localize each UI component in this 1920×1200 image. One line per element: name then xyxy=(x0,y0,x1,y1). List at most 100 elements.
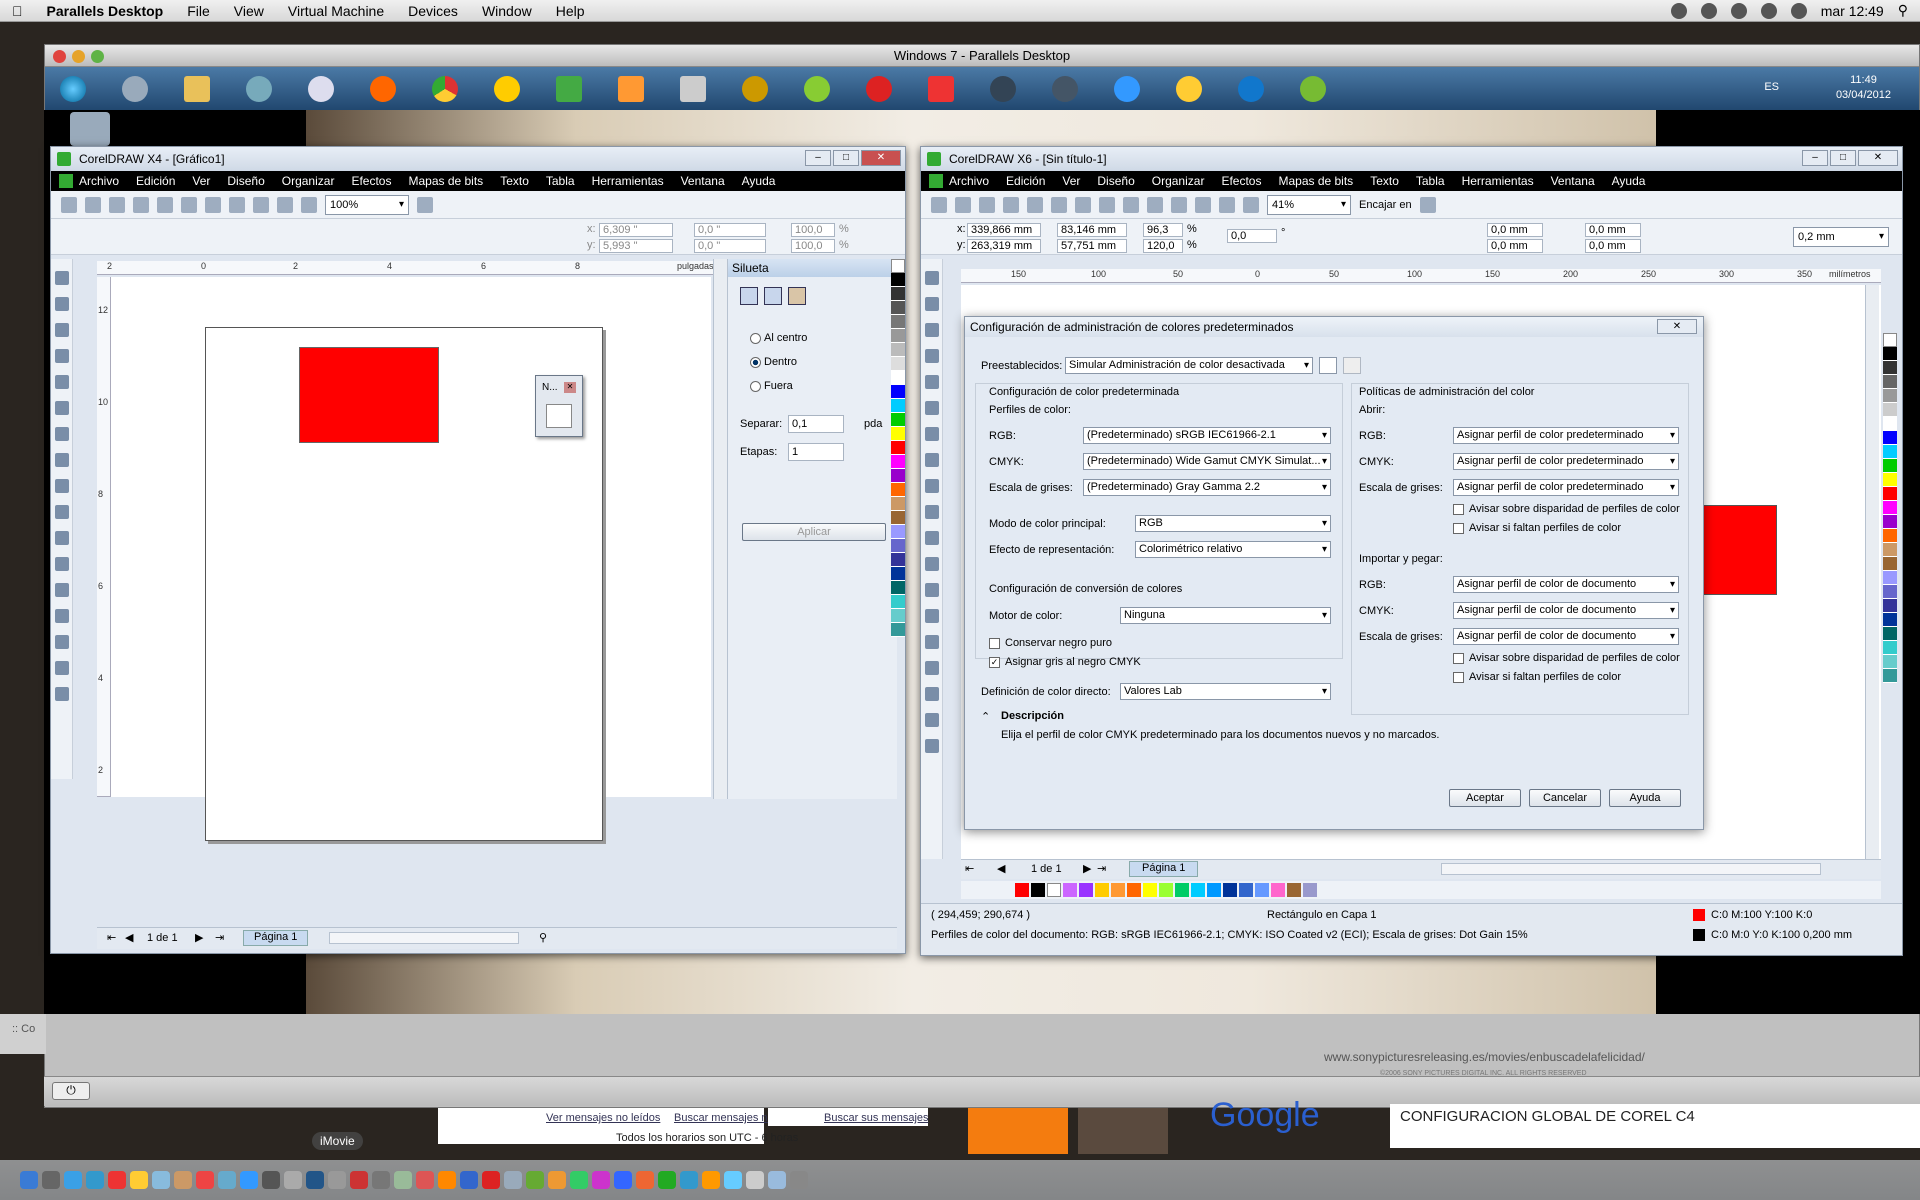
color-swatch[interactable] xyxy=(891,385,905,399)
menu-efectos[interactable]: Efectos xyxy=(1221,174,1261,188)
color-swatch[interactable] xyxy=(1063,883,1077,897)
pick-tool-icon[interactable] xyxy=(924,271,939,285)
y-position-field[interactable]: 263,319 mm xyxy=(967,239,1041,253)
inside-icon[interactable] xyxy=(764,287,782,305)
print-icon[interactable] xyxy=(1003,196,1019,213)
open-cmyk-select[interactable]: Asignar perfil de color predeterminado xyxy=(1453,453,1679,470)
color-swatch[interactable] xyxy=(891,553,905,567)
color-swatch[interactable] xyxy=(1883,543,1897,557)
bluetooth-icon[interactable] xyxy=(1700,2,1717,19)
color-swatch[interactable] xyxy=(891,497,905,511)
polygon-tool-icon[interactable] xyxy=(54,479,69,493)
corner-field-4[interactable]: 0,0 mm xyxy=(1585,239,1641,253)
menu-help[interactable]: Help xyxy=(544,3,597,19)
color-swatch[interactable] xyxy=(891,399,905,413)
menu-diseno[interactable]: Diseño xyxy=(1097,174,1134,188)
close-icon[interactable]: ✕ xyxy=(564,382,576,393)
color-engine-select[interactable]: Ninguna xyxy=(1120,607,1331,624)
print-icon[interactable] xyxy=(157,196,173,213)
scale-y-field[interactable]: 100,0 xyxy=(791,239,835,253)
minimize-button[interactable]: – xyxy=(805,150,831,166)
document-profiles[interactable]: Perfiles de color del documento: RGB: sR… xyxy=(931,929,1528,941)
menu-efectos[interactable]: Efectos xyxy=(351,174,391,188)
zoom-nav-icon[interactable]: ⚲ xyxy=(539,931,547,944)
corel-x6-task-icon[interactable] xyxy=(795,70,839,108)
color-swatch[interactable] xyxy=(1883,389,1897,403)
keep-black-checkbox[interactable] xyxy=(989,638,1000,649)
color-swatch[interactable] xyxy=(1883,501,1897,515)
ellipse-tool-icon[interactable] xyxy=(924,453,939,467)
dock-app-icon[interactable] xyxy=(570,1171,588,1189)
page-tab[interactable]: Página 1 xyxy=(1129,861,1199,877)
maximize-button[interactable]: □ xyxy=(833,150,859,166)
import-rgb-select[interactable]: Asignar perfil de color de documento xyxy=(1453,576,1679,593)
powerpoint-icon[interactable] xyxy=(636,1171,654,1189)
color-swatch[interactable] xyxy=(1015,883,1029,897)
color-swatch[interactable] xyxy=(891,595,905,609)
interactive-fill-icon[interactable] xyxy=(54,687,69,701)
scale-x-field[interactable]: 100,0 xyxy=(791,223,835,237)
zoom-select[interactable]: 100% xyxy=(325,194,409,215)
open-warn-mismatch-checkbox[interactable] xyxy=(1453,504,1464,515)
interactive-tool-icon[interactable] xyxy=(54,583,69,597)
menu-ver[interactable]: Ver xyxy=(192,174,210,188)
menu-edicion[interactable]: Edición xyxy=(1006,174,1045,188)
minimize-button[interactable]: – xyxy=(1802,150,1828,166)
outline-swatch[interactable] xyxy=(1693,929,1705,941)
cmyk-profile-select[interactable]: (Predeterminado) Wide Gamut CMYK Simulat… xyxy=(1083,453,1331,470)
google-logo[interactable]: Google xyxy=(1210,1096,1320,1135)
shape-tool-icon[interactable] xyxy=(924,297,939,311)
dashboard-icon[interactable] xyxy=(42,1171,60,1189)
import-warn-mismatch-checkbox[interactable] xyxy=(1453,653,1464,664)
page-tab[interactable]: Página 1 xyxy=(243,930,309,946)
height-field[interactable]: 57,751 mm xyxy=(1057,239,1127,253)
mini-docker[interactable]: N... ✕ xyxy=(535,375,583,437)
menu-edicion[interactable]: Edición xyxy=(136,174,175,188)
outline-tool-icon[interactable] xyxy=(54,635,69,649)
iphoto-icon[interactable] xyxy=(284,1171,302,1189)
color-swatch[interactable] xyxy=(1143,883,1157,897)
color-swatch[interactable] xyxy=(1883,445,1897,459)
color-swatch[interactable] xyxy=(891,413,905,427)
color-swatch[interactable] xyxy=(1095,883,1109,897)
menu-ver[interactable]: Ver xyxy=(1062,174,1080,188)
corner-field-2[interactable]: 0,0 mm xyxy=(1487,239,1543,253)
dock-app-icon[interactable] xyxy=(372,1171,390,1189)
color-swatch[interactable] xyxy=(1175,883,1189,897)
x4-drawing-area[interactable]: N... ✕ xyxy=(111,277,711,841)
close-button[interactable]: ✕ xyxy=(861,150,901,166)
new-icon[interactable] xyxy=(61,196,77,213)
word-icon[interactable] xyxy=(614,1171,632,1189)
text-tool-icon[interactable] xyxy=(54,531,69,545)
interactive-tool-icon[interactable] xyxy=(924,635,939,649)
corel-x4-task-icon[interactable] xyxy=(1291,70,1335,108)
close-button[interactable]: ✕ xyxy=(1858,150,1898,166)
next-page-icon[interactable]: ▶ xyxy=(1083,862,1091,875)
scale-y-field[interactable]: 120,0 xyxy=(1143,239,1183,253)
color-swatch[interactable] xyxy=(891,441,905,455)
taskbar-app-icon[interactable] xyxy=(237,70,281,108)
color-swatch[interactable] xyxy=(1883,459,1897,473)
color-swatch[interactable] xyxy=(891,357,905,371)
spot-color-select[interactable]: Valores Lab xyxy=(1120,683,1331,700)
prev-page-icon[interactable]: ◀ xyxy=(997,862,1005,875)
color-swatch[interactable] xyxy=(1031,883,1045,897)
taskbar-app-icon[interactable] xyxy=(113,70,157,108)
color-swatch[interactable] xyxy=(1883,571,1897,585)
scale-x-field[interactable]: 96,3 xyxy=(1143,223,1183,237)
x6-horizontal-scrollbar[interactable] xyxy=(1441,863,1821,875)
dock-app-icon[interactable] xyxy=(592,1171,610,1189)
color-swatch[interactable] xyxy=(1883,347,1897,361)
basic-shapes-icon[interactable] xyxy=(924,505,939,519)
taskbar-app-icon[interactable] xyxy=(485,70,529,108)
taskbar-app-icon[interactable] xyxy=(547,70,591,108)
separate-input[interactable]: 0,1 xyxy=(788,415,844,433)
outline-icon[interactable] xyxy=(546,404,572,428)
dock-app-icon[interactable] xyxy=(350,1171,368,1189)
menu-tabla[interactable]: Tabla xyxy=(546,174,575,188)
options-icon[interactable] xyxy=(417,196,433,213)
undo-icon[interactable] xyxy=(229,196,245,213)
color-swatch[interactable] xyxy=(891,567,905,581)
menu-file[interactable]: File xyxy=(175,3,222,19)
x-position-field[interactable]: 6,309 " xyxy=(599,223,673,237)
